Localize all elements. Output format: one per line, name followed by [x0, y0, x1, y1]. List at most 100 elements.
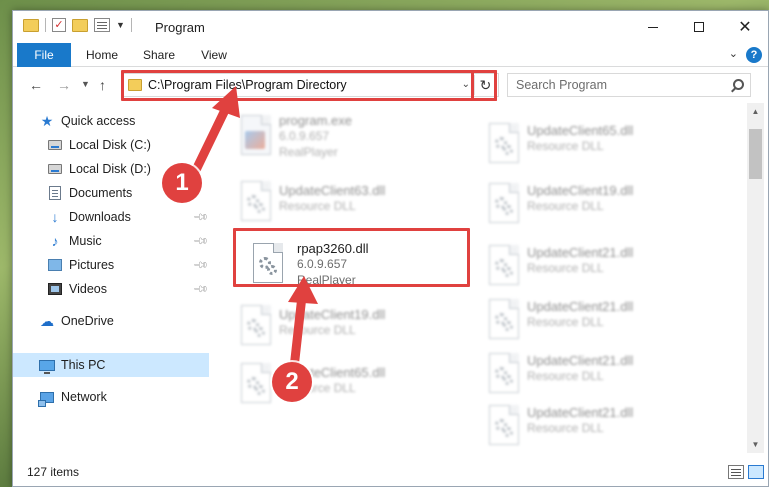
large-icons-view-icon[interactable]: [748, 465, 764, 479]
file-name: UpdateClient21.dll: [527, 299, 634, 314]
tab-file[interactable]: File: [17, 43, 71, 67]
file-type: Resource DLL: [527, 421, 604, 435]
window-title: Program: [155, 20, 205, 35]
back-arrow-icon[interactable]: ←: [29, 77, 43, 93]
file-item-dll[interactable]: UpdateClient21.dll Resource DLL: [477, 293, 715, 349]
tab-share[interactable]: Share: [135, 43, 183, 67]
new-folder-icon[interactable]: [72, 18, 88, 32]
tab-home[interactable]: Home: [77, 43, 127, 67]
scrollbar-thumb[interactable]: [749, 129, 762, 179]
star-icon: ★: [40, 112, 54, 129]
properties-icon[interactable]: [94, 18, 110, 32]
details-view-icon[interactable]: [728, 465, 744, 479]
window-controls: ✕: [630, 11, 768, 43]
file-type: Resource DLL: [527, 199, 604, 213]
minimize-button[interactable]: [630, 11, 676, 43]
file-item-dll[interactable]: UpdateClient19.dll Resource DLL: [229, 299, 467, 355]
properties-check-icon[interactable]: ✓: [52, 18, 66, 32]
step-2-badge: 2: [272, 362, 312, 402]
dll-file-icon: [489, 245, 519, 285]
recent-locations-chevron-icon[interactable]: ▼: [81, 79, 90, 89]
documents-icon: [47, 186, 63, 200]
application-icon: [241, 115, 271, 155]
music-icon: ♪: [51, 233, 59, 249]
dll-file-icon: [489, 405, 519, 445]
onedrive-icon: ☁: [40, 312, 54, 329]
pin-icon[interactable]: 📌︎: [192, 233, 209, 250]
drive-icon: [47, 162, 63, 176]
file-type: Resource DLL: [527, 139, 604, 153]
close-button[interactable]: ✕: [722, 11, 768, 43]
search-placeholder: Search Program: [516, 78, 608, 92]
sidebar-item-local-disk-c[interactable]: Local Disk (C:): [13, 133, 209, 157]
expand-ribbon-chevron-icon[interactable]: ⌄: [729, 47, 738, 60]
sidebar-item-label: Local Disk (D:): [69, 162, 151, 176]
sidebar-item-this-pc[interactable]: This PC: [13, 353, 209, 377]
dll-file-icon: [489, 183, 519, 223]
address-bar-highlight: [121, 70, 497, 101]
step-1-badge: 1: [162, 163, 202, 203]
file-item-dll[interactable]: UpdateClient21.dll Resource DLL: [477, 347, 715, 403]
sidebar-item-label: Local Disk (C:): [69, 138, 151, 152]
customize-toolbar-caret-icon[interactable]: ▼: [116, 20, 125, 30]
sidebar-item-quick-access[interactable]: ★ Quick access: [13, 109, 209, 133]
sidebar-item-videos[interactable]: Videos 📌︎: [13, 277, 209, 301]
file-item-dll[interactable]: UpdateClient63.dll Resource DLL: [229, 175, 467, 231]
sidebar-item-label: Documents: [69, 186, 133, 200]
file-name: UpdateClient21.dll: [527, 353, 634, 368]
sidebar-item-network[interactable]: Network: [13, 385, 209, 409]
dll-file-icon: [489, 299, 519, 339]
vertical-scrollbar[interactable]: ▲ ▼: [747, 103, 764, 453]
file-name: UpdateClient63.dll: [279, 183, 386, 198]
scroll-up-arrow-icon[interactable]: ▲: [747, 103, 764, 120]
item-count: 127 items: [27, 465, 80, 479]
file-item-dll[interactable]: UpdateClient19.dll Resource DLL: [477, 177, 715, 233]
sidebar-item-pictures[interactable]: Pictures 📌︎: [13, 253, 209, 277]
dll-file-icon: [241, 181, 271, 221]
drive-icon: [47, 138, 63, 152]
folder-icon: [23, 18, 39, 32]
file-name: UpdateClient21.dll: [527, 245, 634, 260]
sidebar-item-label: OneDrive: [61, 314, 114, 328]
sidebar-item-label: Music: [69, 234, 102, 248]
file-item-dll[interactable]: UpdateClient21.dll Resource DLL: [477, 239, 715, 295]
refresh-button-highlight: [471, 70, 497, 101]
file-item-dll[interactable]: UpdateClient65.dll Resource DLL: [229, 357, 467, 413]
help-icon[interactable]: ?: [746, 47, 762, 63]
file-item-program-exe[interactable]: program.exe 6.0.9.657 RealPlayer: [229, 109, 467, 165]
sidebar-item-label: Network: [61, 390, 107, 404]
file-highlight: [233, 228, 470, 287]
sidebar-item-onedrive[interactable]: ☁ OneDrive: [13, 309, 209, 333]
quick-access-toolbar: ✓ ▼: [23, 18, 132, 32]
maximize-button[interactable]: [676, 11, 722, 43]
file-type: Resource DLL: [279, 199, 356, 213]
videos-icon: [47, 282, 63, 296]
pictures-icon: [47, 258, 63, 272]
dll-file-icon: [241, 305, 271, 345]
file-type: Resource DLL: [527, 261, 604, 275]
title-bar: ✓ ▼ Program ✕: [13, 11, 768, 43]
tab-view[interactable]: View: [193, 43, 235, 67]
status-bar: 127 items: [13, 455, 768, 486]
file-item-dll[interactable]: UpdateClient65.dll Resource DLL: [477, 117, 715, 173]
file-version: 6.0.9.657: [279, 129, 330, 143]
file-name: program.exe: [279, 113, 352, 128]
search-input[interactable]: Search Program: [507, 73, 751, 97]
sidebar-item-label: Videos: [69, 282, 107, 296]
pin-icon[interactable]: 📌︎: [192, 257, 209, 274]
download-icon: ↓: [51, 209, 59, 225]
sidebar-item-downloads[interactable]: ↓ Downloads 📌︎: [13, 205, 209, 229]
scroll-down-arrow-icon[interactable]: ▼: [747, 436, 764, 453]
this-pc-icon: [39, 358, 55, 374]
file-name: UpdateClient19.dll: [279, 307, 386, 322]
pin-icon[interactable]: 📌︎: [192, 209, 209, 226]
up-arrow-icon[interactable]: ↑: [99, 77, 106, 93]
pin-icon[interactable]: 📌︎: [192, 281, 209, 298]
file-item-dll[interactable]: UpdateClient21.dll Resource DLL: [477, 399, 715, 453]
file-name: UpdateClient21.dll: [527, 405, 634, 420]
sidebar-item-music[interactable]: ♪ Music 📌︎: [13, 229, 209, 253]
sidebar-item-label: Downloads: [69, 210, 131, 224]
search-icon[interactable]: [733, 79, 744, 90]
file-type: Resource DLL: [527, 315, 604, 329]
forward-arrow-icon[interactable]: →: [57, 77, 71, 93]
